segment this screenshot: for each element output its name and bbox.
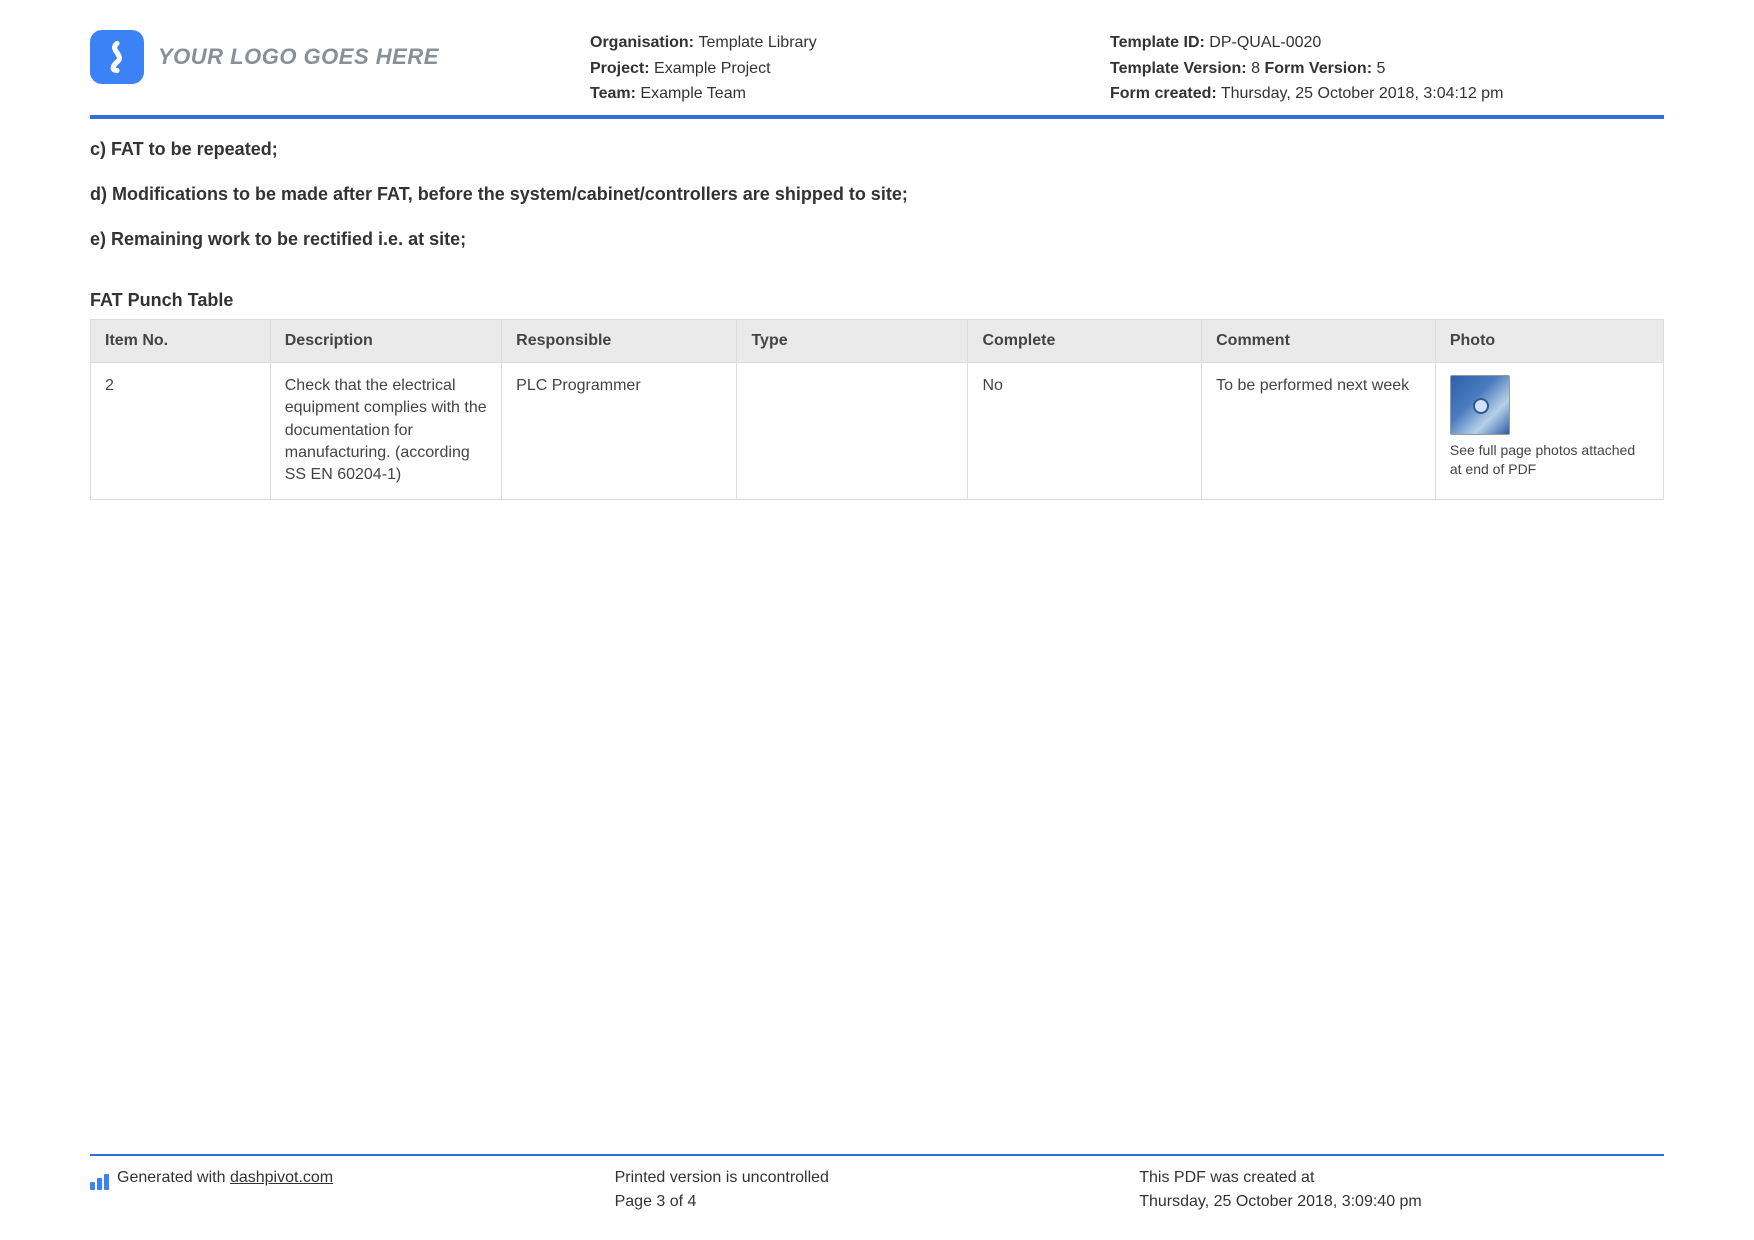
template-id-value: DP-QUAL-0020 [1209,34,1321,51]
col-comp: Complete [968,319,1202,362]
header-meta-right: Template ID: DP-QUAL-0020 Template Versi… [1110,30,1664,107]
fat-punch-table: Item No. Description Responsible Type Co… [90,319,1664,500]
photo-note: See full page photos attached at end of … [1450,441,1649,479]
cell-photo: See full page photos attached at end of … [1435,362,1663,499]
team-label: Team: [590,85,636,102]
organisation-value: Template Library [698,34,816,51]
document-footer: Generated with dashpivot.com Printed ver… [90,1154,1664,1214]
footer-left: Generated with dashpivot.com [90,1166,615,1214]
template-version-label: Template Version: [1110,60,1247,77]
col-photo: Photo [1435,319,1663,362]
organisation-label: Organisation: [590,34,694,51]
generated-link[interactable]: dashpivot.com [230,1169,333,1186]
col-item: Item No. [91,319,271,362]
cell-desc: Check that the electrical equipment comp… [270,362,501,499]
form-created-value: Thursday, 25 October 2018, 3:04:12 pm [1221,85,1504,102]
photo-thumbnail-icon [1450,375,1510,435]
table-row: 2 Check that the electrical equipment co… [91,362,1664,499]
table-header-row: Item No. Description Responsible Type Co… [91,319,1664,362]
cell-type [737,362,968,499]
table-title: FAT Punch Table [90,290,1664,311]
form-created-label: Form created: [1110,85,1217,102]
line-e: e) Remaining work to be rectified i.e. a… [90,229,1664,250]
cell-comm: To be performed next week [1202,362,1436,499]
form-version-label: Form Version: [1264,60,1372,77]
form-version-value: 5 [1376,60,1385,77]
line-c: c) FAT to be repeated; [90,139,1664,160]
project-label: Project: [590,60,650,77]
footer-right: This PDF was created at Thursday, 25 Oct… [1139,1166,1664,1214]
generated-prefix: Generated with [117,1169,230,1186]
logo-icon [90,30,144,84]
col-resp: Responsible [502,319,737,362]
bars-icon [90,1166,111,1190]
col-desc: Description [270,319,501,362]
page-number: Page 3 of 4 [615,1190,1140,1214]
document-body: c) FAT to be repeated; d) Modifications … [90,119,1664,500]
project-value: Example Project [654,60,771,77]
col-type: Type [737,319,968,362]
cell-comp: No [968,362,1202,499]
template-id-label: Template ID: [1110,34,1205,51]
template-version-value: 8 [1251,60,1260,77]
cell-resp: PLC Programmer [502,362,737,499]
header-meta-center: Organisation: Template Library Project: … [590,30,1110,107]
footer-center: Printed version is uncontrolled Page 3 o… [615,1166,1140,1214]
cell-item: 2 [91,362,271,499]
logo-placeholder-text: YOUR LOGO GOES HERE [158,44,439,70]
col-comm: Comment [1202,319,1436,362]
created-value: Thursday, 25 October 2018, 3:09:40 pm [1139,1190,1664,1214]
uncontrolled-text: Printed version is uncontrolled [615,1166,1140,1190]
team-value: Example Team [640,85,746,102]
created-label: This PDF was created at [1139,1166,1664,1190]
line-d: d) Modifications to be made after FAT, b… [90,184,1664,205]
document-header: YOUR LOGO GOES HERE Organisation: Templa… [90,30,1664,119]
logo-block: YOUR LOGO GOES HERE [90,30,590,84]
